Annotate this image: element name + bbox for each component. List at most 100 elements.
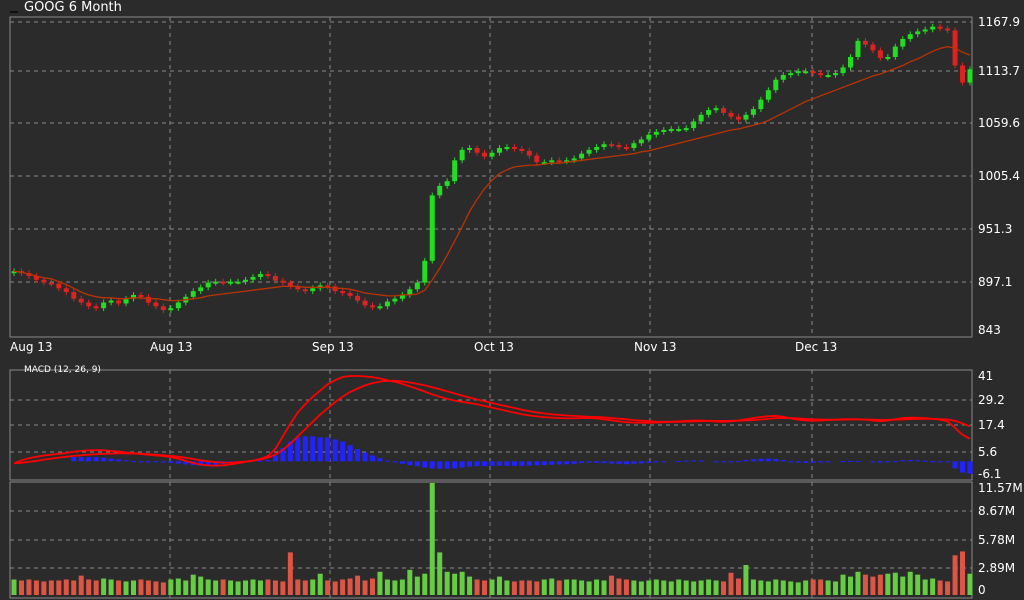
candle-body	[937, 26, 943, 29]
macd-histogram-bar	[526, 461, 532, 466]
candle-body	[930, 26, 936, 30]
candle-body	[631, 143, 637, 148]
candle-body	[429, 195, 435, 261]
macd-histogram-bar	[302, 436, 308, 462]
volume-bar	[773, 579, 779, 595]
macd-histogram-bar	[586, 461, 592, 463]
macd-histogram-bar	[153, 461, 159, 463]
volume-bar	[848, 576, 853, 595]
macd-histogram-bar	[810, 461, 816, 463]
macd-histogram-bar	[885, 461, 891, 463]
price-panel: 1167.9 1113.7 1059.6 1005.4 951.3 897.1 843 Aug…	[9, 15, 1020, 354]
volume-bar	[967, 573, 973, 595]
macd-histogram-bar	[773, 459, 779, 462]
volume-bar	[870, 576, 876, 595]
volume-bar	[788, 581, 794, 595]
macd-histogram-bar	[795, 461, 801, 463]
macd-y-tick-label: 17.4	[978, 418, 1005, 432]
volume-y-tick-label: 5.78M	[978, 533, 1015, 547]
candle-body	[915, 31, 921, 35]
macd-histogram-bar	[698, 460, 704, 462]
candle-body	[474, 147, 480, 153]
macd-histogram-bar	[422, 461, 428, 468]
candle-body	[765, 90, 771, 100]
volume-bar	[706, 579, 712, 595]
macd-histogram-bar	[735, 461, 741, 463]
volume-bar	[422, 573, 428, 595]
volume-bar	[467, 576, 473, 595]
macd-histogram-bar	[175, 461, 181, 464]
macd-histogram-bar	[750, 459, 756, 462]
macd-histogram-bar	[653, 461, 659, 463]
candle-body	[145, 296, 151, 303]
candle-body	[616, 145, 622, 148]
volume-bar	[930, 578, 936, 595]
candle-body	[160, 306, 166, 311]
macd-histogram-bar	[86, 457, 92, 462]
candle-body	[496, 147, 502, 153]
macd-histogram-bar	[549, 461, 555, 465]
macd-histogram-bar	[840, 460, 846, 462]
candle-body	[676, 129, 682, 132]
signal-line	[13, 379, 971, 465]
candle-body	[437, 185, 443, 196]
macd-histogram-bar	[556, 461, 562, 465]
candle-body	[243, 279, 249, 282]
macd-histogram-bar	[437, 461, 443, 469]
candle-body	[825, 74, 831, 77]
volume-bar	[347, 578, 353, 595]
candle-body	[511, 147, 517, 150]
macd-histogram-bar	[892, 461, 898, 463]
volume-bar	[803, 580, 809, 595]
volume-bar	[33, 580, 39, 595]
macd-histogram-bar	[952, 461, 958, 469]
macd-panel: 41 29.2 17.4 5.6 -6.1 MACD (12, 26, 9)	[9, 365, 1005, 481]
candle-body	[138, 294, 144, 297]
macd-histogram-bar	[825, 461, 831, 463]
volume-bar	[287, 552, 293, 595]
candle-body	[93, 306, 99, 309]
candle-body	[623, 147, 629, 150]
volume-bar	[900, 576, 906, 595]
volume-bar	[78, 575, 84, 595]
candle-body	[250, 276, 256, 280]
x-axis-tick-label: Sep 13	[312, 340, 354, 354]
candle-body	[810, 71, 816, 74]
volume-bar	[922, 579, 928, 595]
macd-histogram-bar	[534, 461, 540, 466]
macd-histogram-bar	[721, 461, 727, 463]
candle-body	[698, 114, 704, 122]
volume-bar	[340, 579, 346, 595]
macd-histogram-bar	[915, 460, 921, 462]
volume-bar	[713, 580, 719, 595]
volume-bar	[280, 581, 286, 595]
macd-histogram-bar	[459, 461, 465, 468]
macd-histogram-bar	[160, 461, 166, 463]
volume-bar	[579, 580, 585, 595]
candle-body	[101, 302, 107, 309]
volume-bar	[489, 579, 495, 595]
candle-body	[213, 281, 219, 284]
candle-body	[489, 152, 495, 157]
candle-body	[773, 79, 779, 91]
volume-panel: 11.57M 8.67M 5.78M 2.89M 0	[9, 481, 1023, 599]
price-y-tick-label: 897.1	[978, 275, 1012, 289]
candle-body	[877, 50, 883, 58]
volume-bar	[190, 574, 196, 595]
candle-body	[907, 34, 913, 39]
macd-histogram-bar	[616, 461, 622, 465]
candle-body	[123, 298, 129, 304]
macd-histogram-bar	[377, 458, 383, 462]
macd-histogram-bar	[295, 437, 301, 462]
macd-histogram-bar	[355, 448, 361, 462]
macd-histogram-bar	[123, 460, 129, 462]
macd-histogram-bar	[564, 461, 570, 465]
volume-bar	[205, 579, 211, 595]
macd-histogram-bar	[272, 455, 278, 462]
macd-histogram-bar	[310, 436, 316, 462]
candle-body	[609, 144, 614, 147]
volume-bar	[945, 581, 951, 595]
volume-bar	[235, 581, 241, 595]
volume-bar	[362, 580, 368, 595]
volume-bar	[818, 579, 824, 595]
